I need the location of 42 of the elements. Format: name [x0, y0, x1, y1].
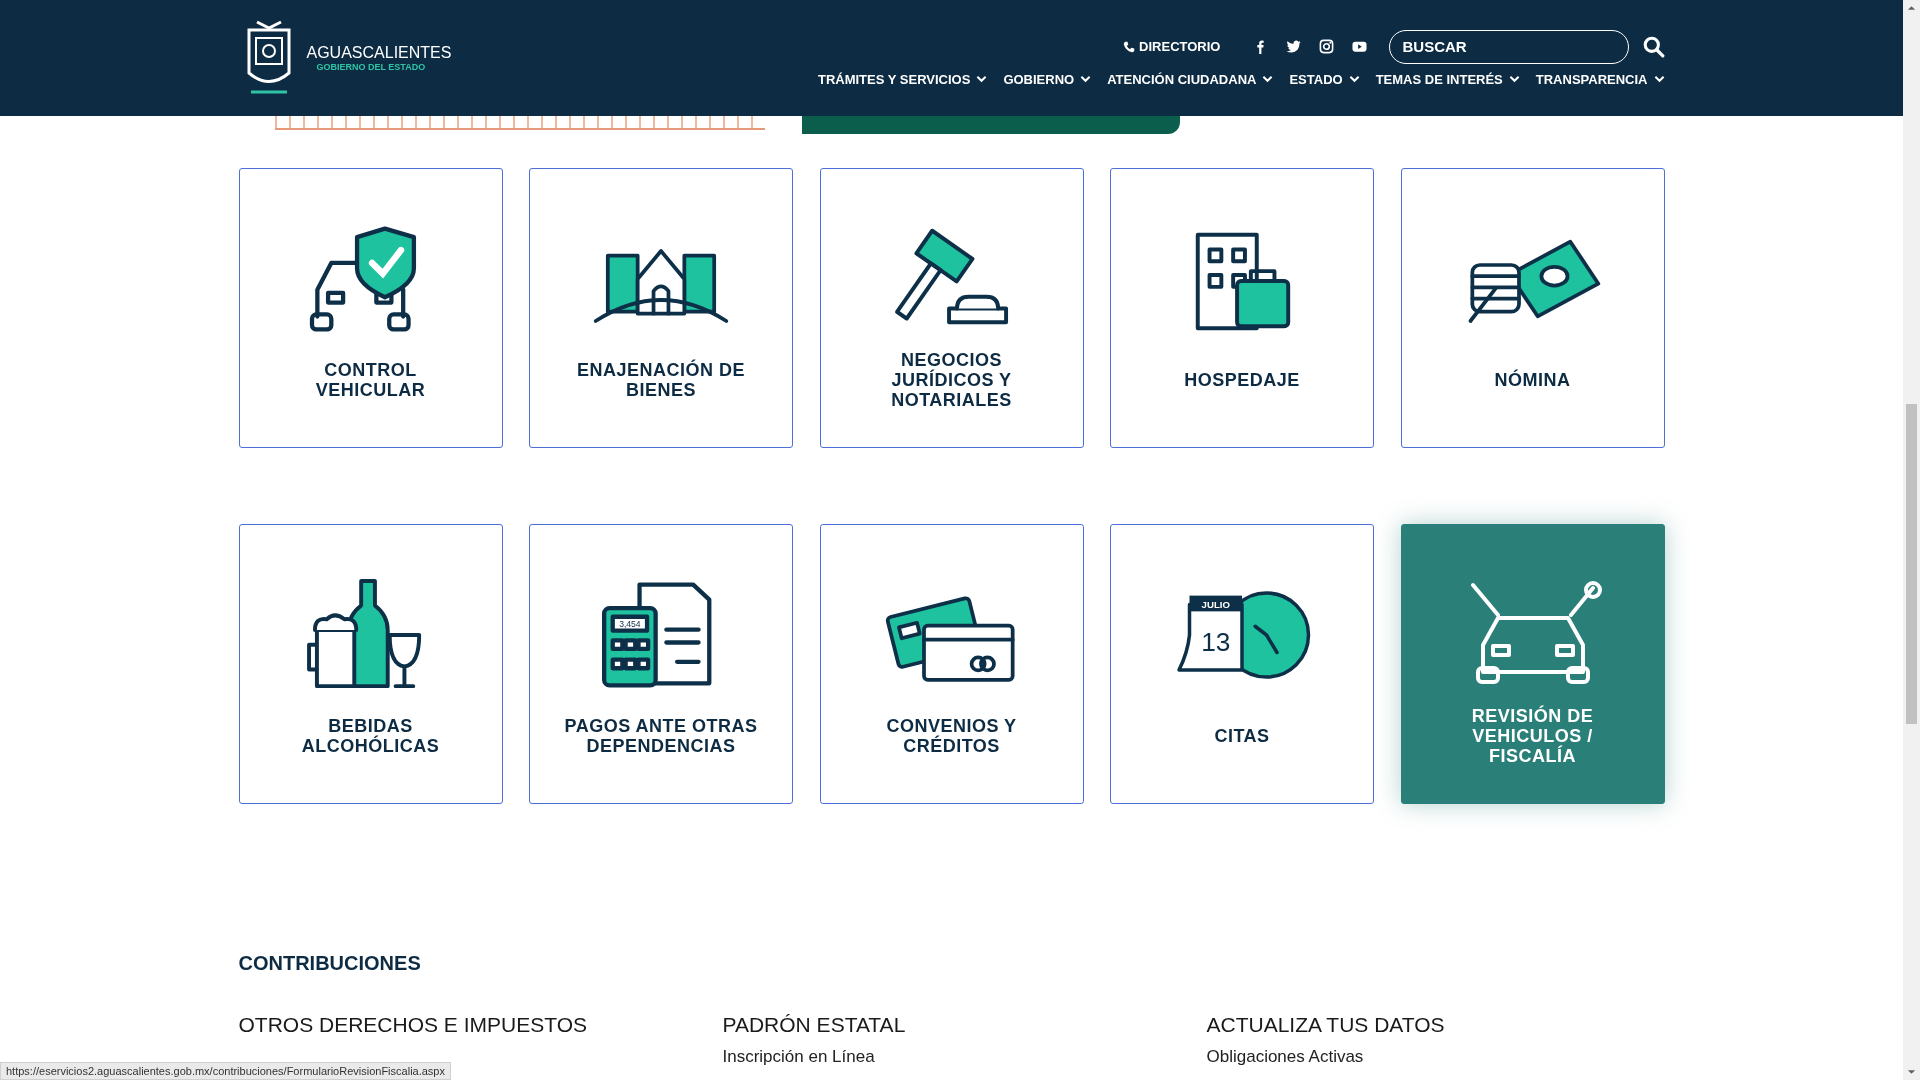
service-link[interactable]: Inscripción en Línea — [722, 1047, 1207, 1067]
column-heading: OTROS DERECHOS E IMPUESTOS — [238, 1013, 588, 1037]
nav-menu-item[interactable]: TRÁMITES Y SERVICIOS — [817, 71, 988, 87]
youtube-icon[interactable] — [1351, 39, 1367, 54]
chevron-down-icon — [1348, 75, 1360, 83]
logo-subtitle: GOBIERNO DEL ESTADO — [316, 62, 427, 72]
service-card[interactable]: 3,454 PAGOS ANTE OTRAS DEPENDENCIAS — [529, 524, 793, 804]
service-card[interactable]: ENAJENACIÓN DE BIENES — [529, 168, 793, 448]
search-field[interactable]: BUSCAR — [1388, 29, 1629, 64]
logo-title: AGUASCALIENTES — [306, 44, 452, 62]
scrollbar-thumb[interactable] — [1906, 404, 1917, 724]
nav-menu-item[interactable]: GOBIERNO — [1003, 71, 1092, 87]
chevron-down-icon — [1080, 75, 1092, 83]
scrollbar[interactable] — [1903, 0, 1920, 1080]
service-card[interactable]: REVISIÓN DE VEHICULOS / FISCALÍA — [1400, 524, 1665, 804]
search-icon[interactable] — [1642, 35, 1665, 58]
nav-menu-item[interactable]: TEMAS DE INTERÉS — [1375, 71, 1520, 87]
status-bar-url: https://eservicios2.aguascalientes.gob.mx/contribuciones/FormularioRevisionFiscalia.aspx — [0, 1062, 451, 1080]
directory-link[interactable]: DIRECTORIO — [1123, 39, 1221, 54]
service-card[interactable]: HOSPEDAJE — [1110, 168, 1374, 448]
nav-menu-item[interactable]: ESTADO — [1289, 71, 1360, 87]
scroll-up-icon[interactable] — [1907, 5, 1916, 11]
service-card[interactable]: CONTROL VEHICULAR — [238, 168, 503, 448]
column-heading: ACTUALIZA TUS DATOS — [1206, 1013, 1446, 1037]
service-card[interactable]: NÓMINA — [1400, 168, 1665, 448]
service-card[interactable]: CONVENIOS Y CRÉDITOS — [819, 524, 1084, 804]
twitter-icon[interactable] — [1285, 39, 1301, 54]
chevron-down-icon — [1508, 75, 1520, 83]
chevron-down-icon — [976, 75, 988, 83]
column-heading: PADRÓN ESTATAL — [722, 1013, 907, 1037]
chevron-down-icon — [1262, 75, 1274, 83]
scroll-down-icon[interactable] — [1907, 1069, 1916, 1075]
service-card[interactable]: JULIO 13 CITAS — [1110, 524, 1374, 804]
service-card[interactable]: BEBIDAS ALCOHÓLICAS — [238, 524, 503, 804]
chevron-down-icon — [1653, 75, 1665, 83]
instagram-icon[interactable] — [1318, 39, 1334, 54]
nav-menu-item[interactable]: ATENCIÓN CIUDADANA — [1107, 71, 1274, 87]
service-card[interactable]: NEGOCIOS JURÍDICOS Y NOTARIALES — [819, 168, 1084, 448]
service-link[interactable]: Obligaciones Activas — [1206, 1047, 1665, 1067]
section-heading: CONTRIBUCIONES — [238, 952, 422, 975]
nav-menu-item[interactable]: TRANSPARENCIA — [1535, 71, 1665, 87]
phone-icon — [1123, 40, 1136, 53]
